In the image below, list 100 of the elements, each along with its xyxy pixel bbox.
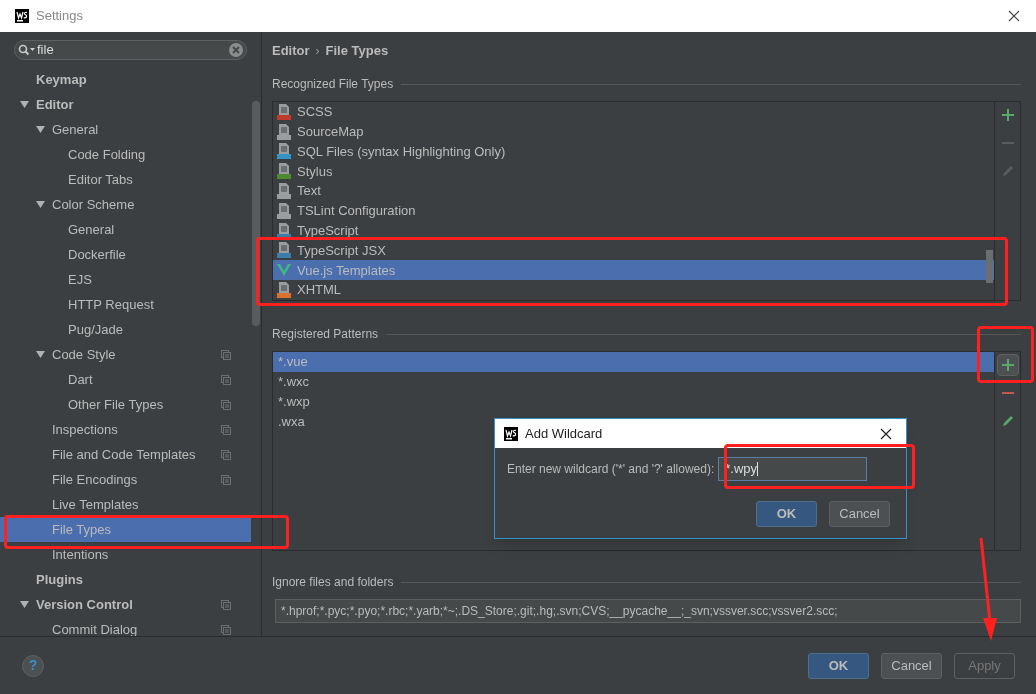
tree-item-label: Color Scheme bbox=[52, 195, 136, 214]
file-type-row[interactable]: Stylus bbox=[273, 161, 994, 182]
file-type-label: Stylus bbox=[297, 162, 333, 181]
file-type-label: SCSS bbox=[297, 103, 333, 122]
breadcrumb-separator: › bbox=[315, 42, 320, 60]
tree-item-label: Plugins bbox=[36, 570, 84, 589]
section-title: Registered Patterns bbox=[272, 326, 379, 343]
tree-item-label: Pug/Jade bbox=[68, 320, 124, 339]
file-type-row[interactable]: TypeScript bbox=[273, 220, 994, 241]
tree-item[interactable]: Color Scheme bbox=[0, 192, 251, 217]
app-logo-icon bbox=[504, 426, 518, 441]
copy-icon bbox=[221, 599, 231, 610]
tree-item[interactable]: Code Folding bbox=[0, 142, 251, 167]
minus-icon bbox=[1001, 392, 1014, 394]
file-icon bbox=[277, 183, 291, 200]
file-type-row[interactable]: Text bbox=[273, 181, 994, 201]
dialog-title: Add Wildcard bbox=[525, 424, 603, 443]
tree-item[interactable]: Commit Dialog bbox=[0, 617, 251, 636]
file-type-row[interactable]: TSLint Configuration bbox=[273, 201, 994, 221]
tree-item-label: Keymap bbox=[36, 70, 88, 89]
file-type-row[interactable]: SCSS bbox=[273, 102, 994, 122]
expanded-arrow-icon[interactable] bbox=[36, 200, 45, 209]
copy-icon bbox=[221, 474, 231, 485]
wildcard-input[interactable]: *.wpy bbox=[718, 457, 868, 481]
clear-icon[interactable] bbox=[229, 43, 243, 57]
copy-icon bbox=[221, 374, 231, 385]
wildcard-label: Enter new wildcard ('*' and '?' allowed): bbox=[507, 461, 715, 478]
v-logo-icon bbox=[277, 263, 291, 278]
tree-item[interactable]: Dockerfile bbox=[0, 242, 251, 267]
scrollbar-thumb[interactable] bbox=[252, 101, 260, 326]
file-icon bbox=[277, 103, 291, 120]
file-type-label: TSLint Configuration bbox=[297, 202, 416, 221]
tree-item[interactable]: Keymap bbox=[0, 67, 251, 92]
file-icon bbox=[277, 163, 291, 180]
search-field[interactable]: file bbox=[14, 40, 247, 60]
expanded-arrow-icon[interactable] bbox=[36, 350, 45, 359]
file-type-row[interactable]: TypeScript JSX bbox=[273, 240, 994, 261]
search-icon bbox=[18, 44, 36, 56]
tree-item[interactable]: Intentions bbox=[0, 542, 251, 567]
pattern-row[interactable]: *.wxp bbox=[273, 392, 994, 412]
window-title: Settings bbox=[36, 7, 83, 26]
add-button[interactable] bbox=[996, 354, 1019, 376]
tree-item[interactable]: General bbox=[0, 217, 251, 242]
tree-item-label: Version Control bbox=[36, 595, 134, 614]
tree-item-label: Inspections bbox=[52, 420, 119, 439]
tree-item[interactable]: EJS bbox=[0, 267, 251, 292]
file-icon bbox=[277, 143, 291, 160]
tree-item-label: Intentions bbox=[52, 545, 110, 564]
app-logo-icon bbox=[15, 9, 29, 23]
tree-item-label: Code Folding bbox=[68, 145, 147, 164]
tree-item[interactable]: File and Code Templates bbox=[0, 442, 251, 467]
wildcard-text: *.wpy bbox=[725, 460, 758, 479]
dialog-button[interactable]: Cancel bbox=[829, 501, 890, 527]
tree-item[interactable]: Code Style bbox=[0, 342, 251, 367]
tree-item-label: Dart bbox=[68, 370, 94, 389]
tree-item[interactable]: HTTP Request bbox=[0, 292, 251, 317]
file-type-label: SQL Files (syntax Highlighting Only) bbox=[297, 142, 506, 161]
tree-item-label: Commit Dialog bbox=[52, 620, 139, 636]
tree-item-label: Editor bbox=[36, 95, 75, 114]
dialog-button[interactable]: OK bbox=[808, 652, 869, 679]
tree-item[interactable]: Editor bbox=[0, 92, 251, 117]
annotation-box bbox=[977, 326, 1034, 383]
tree-item[interactable]: Version Control bbox=[0, 592, 251, 617]
file-icon bbox=[277, 242, 291, 259]
tree-item[interactable]: General bbox=[0, 117, 251, 142]
file-type-label: TypeScript bbox=[297, 221, 359, 240]
copy-icon bbox=[221, 424, 231, 435]
tree-item[interactable]: Live Templates bbox=[0, 492, 251, 517]
copy-icon bbox=[221, 349, 231, 360]
tree-item-label: General bbox=[52, 120, 100, 139]
plus-icon bbox=[1001, 359, 1014, 371]
breadcrumb-item[interactable]: Editor bbox=[272, 40, 310, 61]
copy-icon bbox=[221, 449, 231, 460]
tree-item-label: File and Code Templates bbox=[52, 445, 197, 464]
tree-item[interactable]: File Encodings bbox=[0, 467, 251, 492]
tree-item[interactable]: Plugins bbox=[0, 567, 251, 592]
pattern-row[interactable]: *.wxc bbox=[273, 372, 994, 392]
expanded-arrow-icon[interactable] bbox=[20, 100, 29, 109]
section-title: Recognized File Types bbox=[272, 76, 394, 93]
tree-item[interactable]: Inspections bbox=[0, 417, 251, 442]
expanded-arrow-icon[interactable] bbox=[20, 600, 29, 609]
tree-item[interactable]: Other File Types bbox=[0, 392, 251, 417]
copy-icon bbox=[221, 399, 231, 410]
file-type-label: SourceMap bbox=[297, 122, 364, 141]
tree-item[interactable]: Dart bbox=[0, 367, 251, 392]
tree-item[interactable]: Pug/Jade bbox=[0, 317, 251, 342]
tree-item-label: EJS bbox=[68, 270, 93, 289]
file-type-row[interactable]: XHTML bbox=[273, 280, 994, 300]
dialog-button[interactable]: Cancel bbox=[881, 652, 942, 679]
expanded-arrow-icon[interactable] bbox=[36, 125, 45, 134]
dialog-button[interactable]: OK bbox=[756, 501, 817, 527]
breadcrumb-item[interactable]: File Types bbox=[325, 40, 389, 61]
file-type-row[interactable]: SourceMap bbox=[273, 121, 994, 142]
pencil-icon bbox=[1001, 165, 1014, 177]
ignore-field[interactable]: *.hprof;*.pyc;*.pyo;*.rbc;*.yarb;*~;.DS_Store;.git;.hg;.svn;CVS;__pycache__;_svn;vssver.scc;vssver2.scc; bbox=[275, 599, 1021, 623]
tree-item[interactable]: Editor Tabs bbox=[0, 167, 251, 192]
tree-item-label: Dockerfile bbox=[68, 245, 127, 264]
scrollbar-thumb[interactable] bbox=[986, 250, 993, 283]
close-button[interactable] bbox=[1006, 8, 1022, 24]
file-type-row[interactable]: SQL Files (syntax Highlighting Only) bbox=[273, 141, 994, 162]
